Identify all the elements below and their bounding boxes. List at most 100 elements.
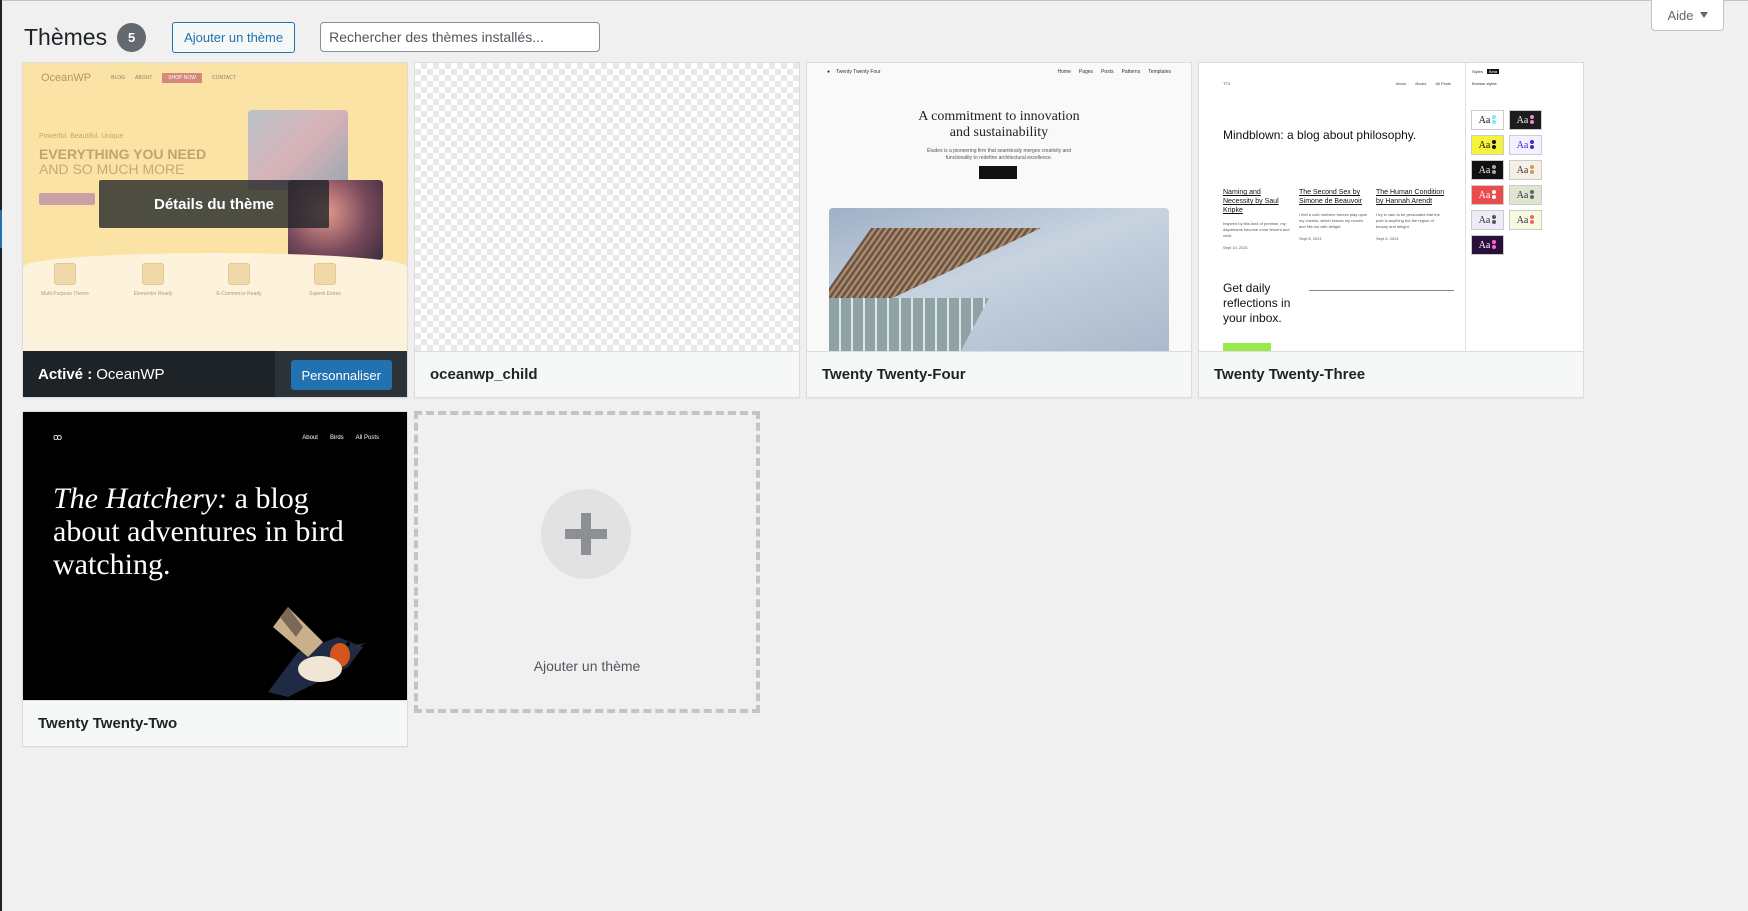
- preview-nav-item: ABOUT: [135, 75, 153, 81]
- search-themes-input[interactable]: [320, 22, 601, 52]
- theme-screenshot[interactable]: TT3 About Books All Posts Mindblown: a b…: [1199, 63, 1583, 351]
- preview-headline-line: AND SO MUCH MORE: [39, 161, 185, 177]
- preview-logo: OceanWP: [41, 72, 92, 84]
- add-theme-button[interactable]: Ajouter un thème: [172, 21, 296, 53]
- theme-count-badge: 5: [117, 22, 147, 52]
- preview-feature: Superb Extras: [295, 263, 355, 297]
- style-swatch: Aa: [1471, 135, 1504, 155]
- preview-post-title: The Human Condition by Hannah Arendt: [1376, 189, 1445, 205]
- preview-nav-item: Templates: [1148, 69, 1171, 75]
- preview-nav-item: CONTACT: [211, 75, 236, 81]
- preview-post-date: Sept 6, 2021: [1376, 236, 1399, 241]
- theme-screenshot[interactable]: OceanWP BLOG ABOUT SHOP NOW CONTACT Powe…: [23, 63, 407, 351]
- preview-tagline: Powerful. Beautiful. Unique: [39, 133, 124, 140]
- style-swatch: Aa: [1471, 160, 1504, 180]
- preview-nav-item: All Posts: [355, 434, 379, 441]
- style-swatch: Aa: [1509, 160, 1542, 180]
- theme-details-overlay[interactable]: Détails du thème: [99, 180, 329, 228]
- theme-name: Twenty Twenty-Three: [1214, 366, 1366, 383]
- theme-name: Twenty Twenty-Four: [822, 366, 966, 383]
- preview-nav-links: BLOG ABOUT SHOP NOW CONTACT: [111, 73, 236, 83]
- preview-headline: A commitment to innovation and sustainab…: [918, 109, 1080, 140]
- preview-newsletter: Get daily reflections in your inbox.: [1223, 281, 1291, 325]
- theme-name-bar: Twenty Twenty-Three: [1199, 351, 1583, 397]
- style-swatch: Aa: [1471, 210, 1504, 230]
- theme-name-bar: oceanwp_child: [415, 351, 799, 397]
- theme-name-bar: Twenty Twenty-Four: [807, 351, 1191, 397]
- preview-nav: TT3 About Books All Posts: [1223, 81, 1451, 86]
- admin-menu-active-indicator: [0, 210, 2, 248]
- theme-name: oceanwp_child: [430, 366, 538, 383]
- style-swatch: Aa: [1471, 110, 1504, 130]
- preview-nav-item: All Posts: [1435, 81, 1451, 86]
- theme-card-oceanwp[interactable]: OceanWP BLOG ABOUT SHOP NOW CONTACT Powe…: [22, 62, 408, 398]
- preview-panel-header: Styles Beta: [1472, 69, 1500, 74]
- add-new-theme-label[interactable]: Ajouter un thème: [418, 658, 756, 674]
- add-new-theme-card[interactable]: Ajouter un thème: [414, 411, 760, 713]
- preview-main: TT3 About Books All Posts Mindblown: a b…: [1199, 63, 1465, 351]
- preview-nav-item: BLOG: [111, 75, 126, 81]
- page-title: Thèmes: [24, 23, 108, 50]
- preview-nav-item: Home: [1057, 69, 1071, 75]
- preview-post: The Human Condition by Hannah Arendt I t…: [1376, 188, 1446, 242]
- customize-button[interactable]: Personnaliser: [290, 360, 392, 390]
- preview-nav-item: About: [1395, 81, 1407, 86]
- theme-card-oceanwp-child[interactable]: oceanwp_child: [414, 62, 800, 398]
- style-swatch: Aa: [1471, 235, 1504, 255]
- theme-card-twenty-twenty-four[interactable]: ● Twenty Twenty Four Home Pages Posts Pa…: [806, 62, 1192, 398]
- preview-post-date: Sept 10, 2021: [1223, 245, 1248, 250]
- theme-name: OceanWP: [96, 365, 165, 383]
- preview-nav-item: Pages: [1078, 69, 1094, 75]
- folder-icon: [314, 263, 336, 285]
- style-swatch: Aa: [1509, 210, 1542, 230]
- preview-nav-item: Books: [1415, 81, 1427, 86]
- preview-photo: [829, 208, 1169, 351]
- preview-nav: ● Twenty Twenty Four Home Pages Posts Pa…: [827, 69, 1171, 75]
- preview-feature: E-Commerce Ready: [209, 263, 269, 297]
- preview-image: [248, 110, 348, 190]
- theme-name: Twenty Twenty-Two: [38, 715, 178, 732]
- theme-card-twenty-twenty-two[interactable]: ꝏ About Birds All Posts The Hatchery: a …: [22, 411, 408, 747]
- theme-card-twenty-twenty-three[interactable]: TT3 About Books All Posts Mindblown: a b…: [1198, 62, 1584, 398]
- top-border: [0, 0, 1748, 1]
- preview-nav-item: Patterns: [1121, 69, 1141, 75]
- preview-nav-item: SHOP NOW: [162, 73, 202, 83]
- caret-down-icon: [1699, 12, 1708, 18]
- theme-screenshot[interactable]: ꝏ About Birds All Posts The Hatchery: a …: [23, 412, 407, 700]
- theme-screenshot[interactable]: ● Twenty Twenty Four Home Pages Posts Pa…: [807, 63, 1191, 351]
- preview-feature: Multi-Purpose Theme: [35, 263, 95, 297]
- preview-post-excerpt: I feel a cold northern breeze play upon …: [1299, 212, 1368, 229]
- style-swatch: Aa: [1509, 135, 1542, 155]
- help-tab[interactable]: Aide: [1651, 0, 1724, 31]
- preview-nav-links: About Books All Posts: [1396, 81, 1451, 86]
- preview-nav-item: Birds: [329, 434, 344, 441]
- preview-post-title: Naming and Necessity by Saul Kripke: [1223, 189, 1279, 214]
- style-swatch: Aa: [1509, 110, 1542, 130]
- active-label: Activé :: [38, 365, 93, 383]
- page-header: Thèmes 5 Ajouter un thème: [24, 20, 601, 54]
- preview-nav: OceanWP BLOG ABOUT SHOP NOW CONTACT: [41, 71, 389, 85]
- preview-headline: EVERYTHING YOU NEED AND SO MUCH MORE: [39, 147, 206, 177]
- plus-icon[interactable]: [541, 489, 631, 579]
- preview-feature: Elementor Ready: [123, 263, 183, 297]
- theme-screenshot-placeholder[interactable]: [415, 63, 799, 351]
- preview-logo-icon: ꝏ: [53, 432, 62, 442]
- preview-logo-dot: ●: [827, 69, 831, 75]
- preview-post-excerpt: I try in vain to be persuaded that the p…: [1376, 212, 1440, 229]
- preview-button: [979, 166, 1017, 179]
- smiley-icon: [54, 263, 76, 285]
- preview-post-excerpt: Inspired by this kind of premise, my day…: [1223, 221, 1290, 238]
- preview-subtext: Études is a pioneering firm that seamles…: [927, 148, 1071, 161]
- preview-nav: ꝏ About Birds All Posts: [53, 432, 379, 443]
- style-swatch: Aa: [1471, 185, 1504, 205]
- preview-panel-subtitle: Browse styles: [1472, 81, 1497, 86]
- preview-nav-links: About Birds All Posts: [302, 435, 379, 441]
- admin-menu-edge: [0, 0, 2, 911]
- preview-post-date: Sept 8, 2021: [1299, 236, 1322, 241]
- bird-illustration: [268, 607, 366, 697]
- preview-post: The Second Sex by Simone de Beauvoir I f…: [1299, 188, 1369, 242]
- theme-name-bar: Activé : OceanWP Personnaliser: [23, 351, 407, 397]
- preview-post: Naming and Necessity by Saul Kripke Insp…: [1223, 188, 1293, 251]
- preview-nav-item: Posts: [1101, 69, 1114, 75]
- style-swatch: Aa: [1509, 185, 1542, 205]
